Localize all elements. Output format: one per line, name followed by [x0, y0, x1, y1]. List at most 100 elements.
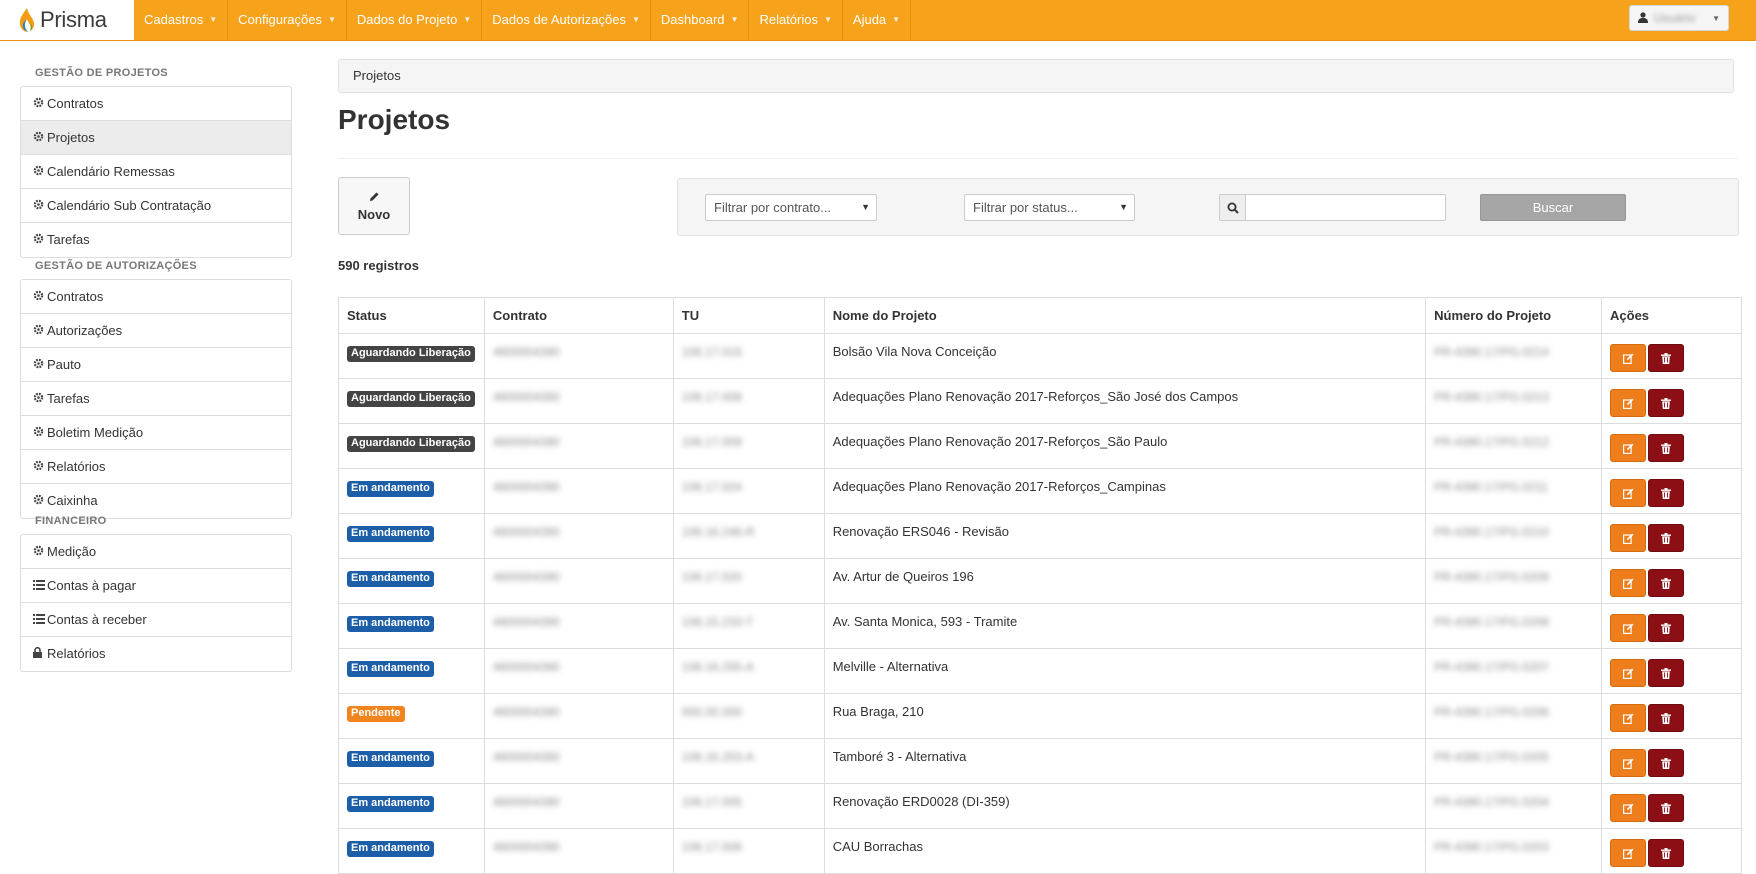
- nav-item-ajuda[interactable]: Ajuda ▼: [843, 0, 912, 40]
- sidebar-item-autorizacoes[interactable]: Autorizações: [21, 314, 291, 348]
- nav-item-dados-do-projeto[interactable]: Dados do Projeto ▼: [347, 0, 483, 40]
- sidebar-item-pauto[interactable]: Pauto: [21, 348, 291, 382]
- delete-button[interactable]: [1648, 389, 1685, 417]
- nav-item-configuracoes[interactable]: Configurações ▼: [228, 0, 347, 40]
- status-badge: Em andamento: [347, 571, 434, 587]
- brand-logo[interactable]: Prisma: [0, 0, 134, 40]
- table-row[interactable]: Em andamento 4600004390 106.17.005 Renovaçã…: [338, 783, 1742, 829]
- table-row[interactable]: Pendente 4600004390 000.00.000 Rua Braga, 2…: [338, 693, 1742, 739]
- edit-button[interactable]: [1610, 479, 1647, 507]
- column-header-status[interactable]: Status: [338, 297, 485, 334]
- nav-item-dados-de-autorizacoes[interactable]: Dados de Autorizações ▼: [482, 0, 651, 40]
- sidebar-item-projetos[interactable]: Projetos: [21, 121, 291, 155]
- table-row[interactable]: Em andamento 4600004390 106.16.255-A Melvil…: [338, 648, 1742, 694]
- sidebar-item-relatorios[interactable]: Relatórios: [21, 450, 291, 484]
- cell-contrato: 4600004390: [483, 693, 674, 739]
- cell-contrato: 4600004390: [483, 333, 674, 379]
- table-row[interactable]: Aguardando Liberação 4600004390 106.17.008…: [338, 378, 1742, 424]
- sidebar-item-contas-a-pagar[interactable]: Contas à pagar: [21, 569, 291, 603]
- new-project-button[interactable]: Novo: [338, 177, 410, 235]
- edit-button[interactable]: [1610, 659, 1647, 687]
- delete-button[interactable]: [1648, 839, 1685, 867]
- sidebar-item-label: Projetos: [47, 130, 95, 145]
- trash-icon: [1661, 577, 1672, 589]
- nav-item-label: Dados do Projeto: [356, 12, 458, 27]
- column-header-tu[interactable]: TU: [672, 297, 825, 334]
- edit-button[interactable]: [1610, 434, 1647, 462]
- cell-numero: PR-4390.17/PG.0208: [1425, 603, 1603, 649]
- sidebar-item-calendario-sub-contratacao[interactable]: Calendário Sub Contratação: [21, 189, 291, 223]
- sidebar-item-boletim-medicao[interactable]: Boletim Medição: [21, 416, 291, 450]
- nav-item-cadastros[interactable]: Cadastros ▼: [134, 0, 229, 40]
- contrato-value: 4600004390: [492, 795, 560, 809]
- tu-value: 106.16.255-A: [681, 660, 754, 674]
- sidebar-item-tarefas[interactable]: Tarefas: [21, 223, 291, 257]
- delete-button[interactable]: [1648, 569, 1685, 597]
- sidebar-item-caixinha[interactable]: Caixinha: [21, 484, 291, 518]
- sidebar-item-contas-a-receber[interactable]: Contas à receber: [21, 603, 291, 637]
- delete-button[interactable]: [1648, 479, 1685, 507]
- delete-button[interactable]: [1648, 704, 1685, 732]
- table-row[interactable]: Em andamento 4600004390 106.15.233-T Av. Sa…: [338, 603, 1742, 649]
- sidebar-item-medicao[interactable]: Medição: [21, 535, 291, 569]
- edit-button[interactable]: [1610, 704, 1647, 732]
- sidebar-section-title: FINANCEIRO: [35, 515, 107, 527]
- cell-status: Em andamento: [338, 513, 485, 559]
- table-row[interactable]: Em andamento 4600004390 106.17.006 CAU Borr…: [338, 828, 1742, 874]
- table-row[interactable]: Em andamento 4600004390 106.17.024 Adequaçõ…: [338, 468, 1742, 514]
- edit-button[interactable]: [1610, 749, 1647, 777]
- trash-icon: [1661, 712, 1672, 724]
- chevron-down-icon: ▼: [861, 202, 870, 212]
- sidebar-item-contratos[interactable]: Contratos: [21, 280, 291, 314]
- lock-icon: [33, 637, 47, 671]
- table-row[interactable]: Aguardando Liberação 4600004390 106.17.015…: [338, 333, 1742, 379]
- numero-value: PR-4390.17/PG.0211: [1434, 480, 1548, 494]
- contract-filter-select[interactable]: Filtrar por contrato... ▼: [705, 194, 877, 221]
- edit-button[interactable]: [1610, 344, 1647, 372]
- sidebar-item-calendario-remessas[interactable]: Calendário Remessas: [21, 155, 291, 189]
- delete-button[interactable]: [1648, 614, 1685, 642]
- table-row[interactable]: Em andamento 4600004390 106.16.246-R Renova…: [338, 513, 1742, 559]
- sidebar-item-tarefas[interactable]: Tarefas: [21, 382, 291, 416]
- delete-button[interactable]: [1648, 344, 1685, 372]
- delete-button[interactable]: [1648, 794, 1685, 822]
- status-filter-select[interactable]: Filtrar por status... ▼: [964, 194, 1135, 221]
- edit-icon: [1622, 578, 1633, 589]
- search-input[interactable]: [1245, 194, 1446, 221]
- cell-numero: PR-4390.17/PG.0212: [1425, 423, 1603, 469]
- column-header-nome[interactable]: Nome do Projeto: [823, 297, 1427, 334]
- search-button[interactable]: Buscar: [1480, 194, 1626, 221]
- column-header-numero[interactable]: Número do Projeto: [1425, 297, 1603, 334]
- gear-icon: [33, 155, 47, 189]
- tu-value: 106.17.006: [681, 840, 742, 854]
- numero-value: PR-4390.17/PG.0206: [1434, 705, 1549, 719]
- sidebar-item-contratos[interactable]: Contratos: [21, 87, 291, 121]
- nav-item-label: Configurações: [238, 12, 322, 27]
- sidebar-item-relatorios[interactable]: Relatórios: [21, 637, 291, 671]
- table-row[interactable]: Em andamento 4600004390 106.16.253-A Tambor…: [338, 738, 1742, 784]
- cell-contrato: 4600004390: [483, 423, 674, 469]
- delete-button[interactable]: [1648, 524, 1685, 552]
- edit-button[interactable]: [1610, 569, 1647, 597]
- numero-value: PR-4390.17/PG.0204: [1434, 795, 1549, 809]
- nav-item-relatorios[interactable]: Relatórios ▼: [749, 0, 843, 40]
- delete-button[interactable]: [1648, 434, 1685, 462]
- trash-icon: [1661, 757, 1672, 769]
- user-menu-button[interactable]: Usuário ▼: [1629, 5, 1729, 31]
- delete-button[interactable]: [1648, 749, 1685, 777]
- column-header-contrato[interactable]: Contrato: [483, 297, 674, 334]
- contrato-value: 4600004390: [492, 840, 560, 854]
- tu-value: 106.17.015: [681, 345, 742, 359]
- numero-value: PR-4390.17/PG.0209: [1434, 570, 1549, 584]
- edit-button[interactable]: [1610, 839, 1647, 867]
- edit-button[interactable]: [1610, 614, 1647, 642]
- edit-button[interactable]: [1610, 524, 1647, 552]
- edit-button[interactable]: [1610, 794, 1647, 822]
- table-row[interactable]: Em andamento 4600004390 106.17.020 Av. Artu…: [338, 558, 1742, 604]
- cell-numero: PR-4390.17/PG.0209: [1425, 558, 1603, 604]
- delete-button[interactable]: [1648, 659, 1685, 687]
- nav-item-dashboard[interactable]: Dashboard ▼: [651, 0, 750, 40]
- table-row[interactable]: Aguardando Liberação 4600004390 106.17.009…: [338, 423, 1742, 469]
- edit-button[interactable]: [1610, 389, 1647, 417]
- breadcrumb-item[interactable]: Projetos: [353, 68, 401, 83]
